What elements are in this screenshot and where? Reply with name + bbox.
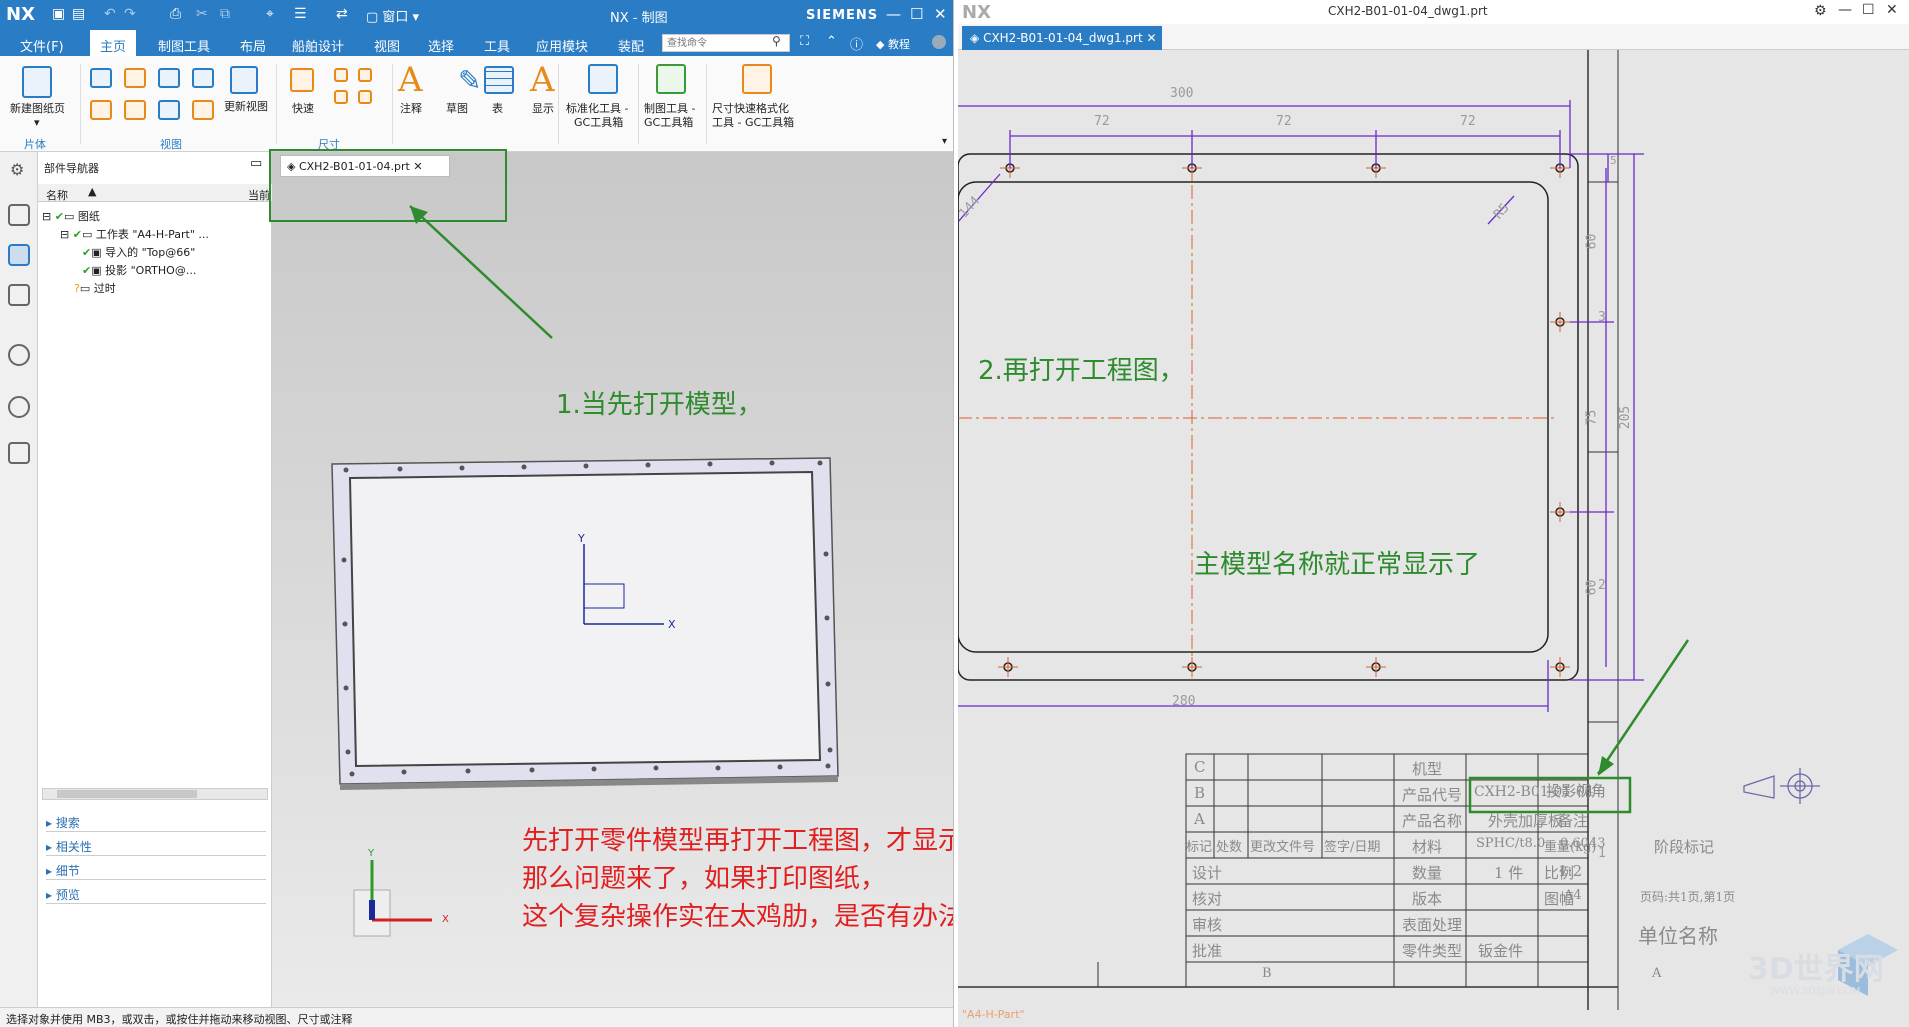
arrow-head-icon (1598, 756, 1614, 776)
scale-value[interactable]: 1:2 (1558, 862, 1582, 880)
annotation-open-model: 1.当先打开模型， (556, 390, 763, 420)
dim-72[interactable]: 72 (1276, 114, 1292, 129)
sheet-name-label: "A4-H-Part" (962, 1008, 1025, 1021)
watermark-url: WWW.3DSJW.COM (1770, 986, 1861, 997)
annotation-line: 先打开零件模型再打开工程图，才显示主模型名， (522, 826, 953, 856)
zone-b: B (1262, 966, 1272, 981)
triad-x-label: X (442, 914, 449, 925)
dim-72[interactable]: 72 (1094, 114, 1110, 129)
hdr-sign-date: 签字/日期 (1324, 840, 1381, 855)
quantity-value[interactable]: 1 件 (1494, 862, 1523, 883)
product-name-label: 产品名称 (1402, 812, 1463, 830)
wcs-x-label: X (668, 618, 676, 631)
stage-label: 阶段标记 (1654, 838, 1715, 856)
status-bar: 选择对象并使用 MB3，或双击，或按住并拖动来移动视图、尺寸或注释 (0, 1007, 953, 1027)
arrow-line (1596, 639, 1690, 775)
dim-75[interactable]: 75 (1584, 410, 1599, 426)
hdr-mark: 标记 (1186, 840, 1213, 855)
rev-row-a: A (1194, 810, 1205, 828)
dim-60[interactable]: 60 (1584, 234, 1599, 250)
triad-y-label: Y (367, 848, 375, 859)
dim-5[interactable]: 5 (1610, 154, 1617, 167)
annotation-line: 这个复杂操作实在太鸡肋，是否有办法解决。 (522, 902, 953, 932)
review-label: 审核 (1192, 916, 1223, 934)
annotation-open-drawing: 2.再打开工程图， (978, 356, 1185, 386)
check-label: 核对 (1192, 890, 1223, 908)
plate-inner-outline (958, 181, 1549, 653)
wcs-y-label: Y (577, 532, 585, 545)
part-type-value[interactable]: 钣金件 (1478, 940, 1523, 961)
dim-72[interactable]: 72 (1460, 114, 1476, 129)
nx-model-window: NX ▣ ▤ ↶ ↷ ⎙ ✂ ⧉ ⌖ ☰ ⇄ ▢ 窗口 ▾ NX - 制图 SI… (0, 0, 954, 1027)
product-code-label: 产品代号 (1402, 786, 1463, 804)
product-name-value[interactable]: 外壳加厚板 (1488, 810, 1563, 831)
plate-cutout (348, 470, 822, 768)
approve-label: 批准 (1192, 942, 1223, 960)
weight-value[interactable]: 0.6043 (1560, 836, 1606, 851)
zone-a: A (1652, 966, 1662, 981)
projection-angle-label: 投影视角 (1546, 782, 1607, 800)
highlight-box-tab (269, 149, 507, 222)
dim-300[interactable]: 300 (1170, 86, 1193, 101)
sheet-size-value[interactable]: A4 (1564, 888, 1582, 903)
surface-label: 表面处理 (1402, 916, 1463, 934)
design-label: 设计 (1192, 864, 1223, 882)
nx-drawing-window: NX CXH2-B01-01-04_dwg1.prt ⚙ — ☐ ✕ ◈ CXH… (958, 0, 1909, 1027)
dim-280[interactable]: 280 (1172, 694, 1195, 709)
annotation-line: 那么问题来了，如果打印图纸， (522, 864, 887, 894)
material-value[interactable]: SPHC/t8.0 (1476, 836, 1545, 851)
rev-row-c: C (1194, 758, 1206, 776)
version-label: 版本 (1412, 890, 1443, 908)
plate-outer-outline (958, 153, 1579, 681)
zone-number: 2 (1598, 578, 1606, 593)
annotation-question: 先打开零件模型再打开工程图，才显示主模型名， 那么问题来了，如果打印图纸， 这个… (522, 822, 953, 936)
dimension-lines (958, 100, 1644, 712)
part-type-label: 零件类型 (1402, 942, 1463, 960)
rev-row-b: B (1194, 784, 1206, 802)
pages-label: 页码:共1页,第1页 (1640, 890, 1736, 904)
quantity-label: 数量 (1412, 864, 1443, 882)
remark-label: 备注 (1558, 812, 1589, 830)
zone-number: 3 (1598, 310, 1606, 325)
projection-symbol-icon (1743, 768, 1820, 804)
annotation-name-displayed: 主模型名称就正常显示了 (1194, 550, 1481, 580)
unit-name-label: 单位名称 (1638, 924, 1718, 948)
material-label: 材料 (1412, 838, 1443, 856)
model-type-label: 机型 (1412, 760, 1443, 778)
hdr-count: 处数 (1216, 840, 1243, 855)
arrow-line (409, 205, 553, 339)
hdr-change-doc: 更改文件号 (1250, 840, 1316, 855)
watermark-text: 3D世界网 (1748, 952, 1884, 987)
dim-205[interactable]: 205 (1618, 406, 1633, 429)
